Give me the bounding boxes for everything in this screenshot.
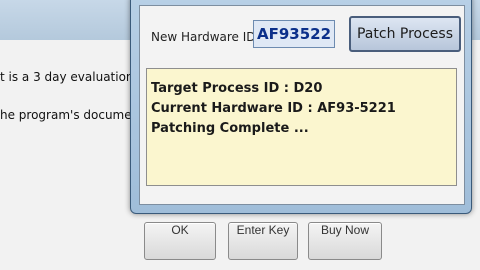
patch-log-box: Target Process ID : D20 Current Hardware… bbox=[146, 68, 457, 186]
patch-dialog-body: New Hardware ID : Patch Process Target P… bbox=[139, 5, 465, 205]
enter-key-button-label: Enter Key bbox=[236, 223, 290, 237]
target-process-id-line: Target Process ID : D20 bbox=[151, 81, 323, 96]
current-hardware-id-line: Current Hardware ID : AF93-5221 bbox=[151, 101, 396, 116]
buy-now-button-label: Buy Now bbox=[320, 223, 370, 237]
enter-key-button[interactable]: Enter Key bbox=[228, 222, 298, 260]
patch-process-button[interactable]: Patch Process bbox=[349, 16, 461, 52]
new-hardware-id-input[interactable] bbox=[253, 20, 335, 48]
patching-status-line: Patching Complete ... bbox=[151, 121, 309, 136]
patch-dialog: New Hardware ID : Patch Process Target P… bbox=[130, 0, 472, 214]
new-hardware-id-label: New Hardware ID : bbox=[151, 30, 264, 44]
buy-now-button[interactable]: Buy Now bbox=[308, 222, 382, 260]
ok-button-label: OK bbox=[171, 223, 189, 237]
ok-button[interactable]: OK bbox=[144, 222, 216, 260]
